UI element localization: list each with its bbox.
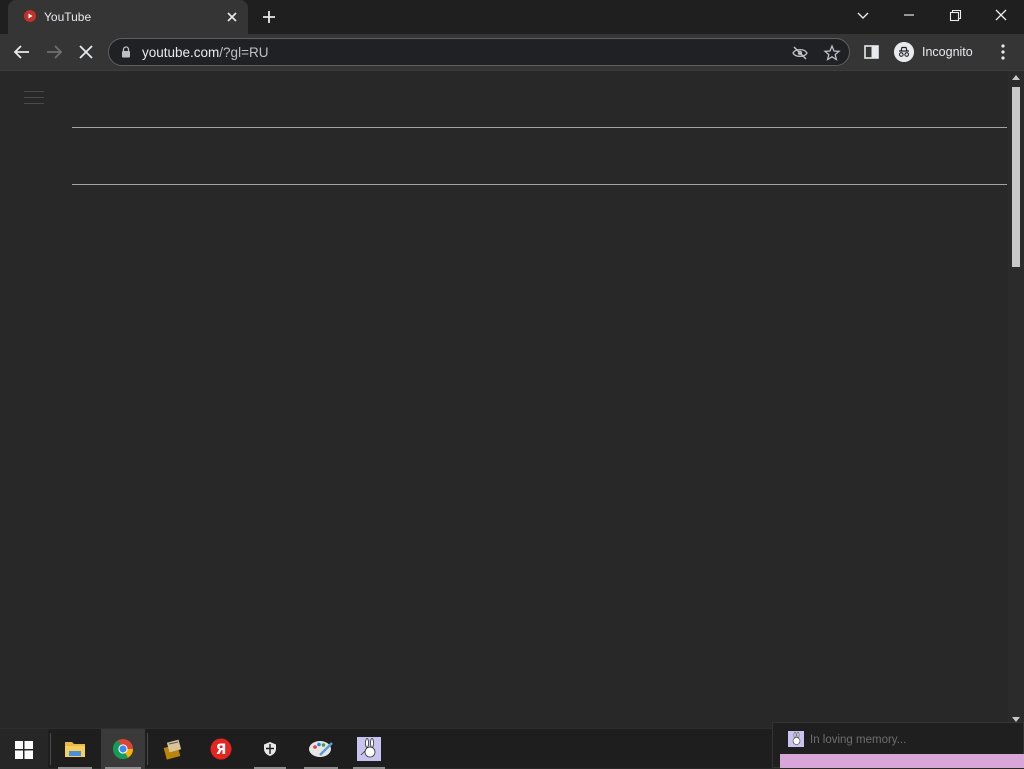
taskbar-notification[interactable]: In loving memory... (772, 722, 1024, 768)
tab-title: YouTube (44, 10, 92, 24)
plus-icon[interactable] (258, 6, 280, 28)
browser-toolbar: youtube.com/?gl=RU Incognito (0, 34, 1024, 70)
placeholder-divider (72, 184, 1007, 185)
taskbar-security-app[interactable] (250, 729, 290, 769)
side-panel-icon[interactable] (862, 42, 882, 62)
archive-app-icon (163, 739, 182, 760)
close-tab-icon[interactable] (223, 8, 241, 26)
incognito-label: Incognito (922, 45, 973, 59)
incognito-icon (894, 42, 914, 62)
close-icon[interactable] (988, 4, 1014, 26)
rabbit-app-icon (357, 737, 381, 761)
rabbit-app-icon (788, 731, 804, 747)
tab-strip: YouTube (0, 0, 1024, 34)
svg-text:Я: Я (216, 742, 227, 758)
windows-start-icon (15, 741, 33, 759)
more-options-icon[interactable] (994, 42, 1012, 62)
back-icon[interactable] (9, 40, 35, 64)
minimize-icon[interactable] (896, 4, 922, 26)
page-scrollbar[interactable] (1008, 71, 1024, 728)
address-bar[interactable]: youtube.com/?gl=RU (108, 38, 850, 66)
taskbar-file-explorer[interactable] (54, 729, 96, 769)
lock-icon[interactable] (119, 45, 133, 59)
placeholder-divider (72, 127, 1007, 128)
taskbar-archive-app[interactable] (152, 729, 194, 769)
taskbar-yandex[interactable]: Я (200, 729, 242, 769)
security-shield-icon (264, 742, 276, 756)
forward-icon[interactable] (41, 40, 67, 64)
paint-app-icon (309, 741, 333, 757)
url-text[interactable]: youtube.com/?gl=RU (142, 45, 268, 61)
browser-window: YouTube youtube.com/?gl=RU Incognito (0, 0, 1024, 728)
taskbar-separator (147, 733, 148, 765)
tab-youtube[interactable]: YouTube (8, 0, 248, 34)
tab-search-icon[interactable] (850, 4, 876, 26)
file-explorer-icon (65, 742, 85, 757)
eye-off-icon[interactable] (791, 44, 809, 62)
scrollbar-thumb[interactable] (1012, 87, 1020, 267)
youtube-icon (24, 10, 36, 22)
restore-icon[interactable] (942, 4, 968, 26)
scroll-up-icon[interactable] (1012, 75, 1020, 80)
page-content (0, 71, 1008, 728)
notification-preview (780, 754, 1024, 768)
start-button[interactable] (0, 729, 48, 769)
taskbar-chrome[interactable] (101, 729, 145, 769)
stop-loading-icon[interactable] (73, 40, 99, 64)
star-icon[interactable] (823, 44, 841, 62)
chrome-icon (112, 739, 134, 760)
hamburger-menu-icon[interactable] (24, 89, 46, 107)
yandex-browser-icon: Я (210, 738, 232, 760)
notification-text: In loving memory... (810, 734, 907, 746)
incognito-profile-button[interactable]: Incognito (892, 40, 982, 64)
taskbar-paint-app[interactable] (300, 729, 342, 769)
taskbar-separator (50, 733, 51, 765)
taskbar-rabbit-app[interactable] (349, 729, 389, 769)
